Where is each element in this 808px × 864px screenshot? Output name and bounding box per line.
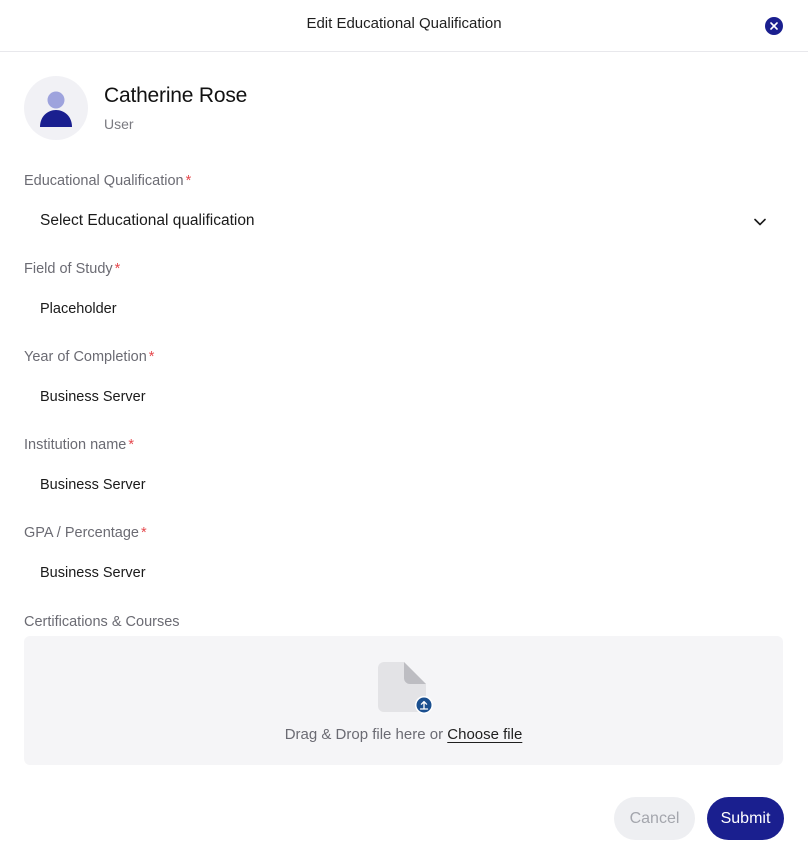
cancel-button[interactable]: Cancel — [614, 797, 695, 840]
dialog-header: Edit Educational Qualification — [0, 0, 808, 52]
required-marker: * — [148, 349, 155, 365]
institution-name-label: Institution name * — [24, 437, 134, 453]
file-upload-icon — [378, 662, 433, 714]
qualification-label: Educational Qualification * — [24, 173, 191, 189]
drop-instruction: Drag & Drop file here or — [284, 726, 444, 743]
required-marker: * — [114, 261, 121, 277]
close-button[interactable] — [765, 17, 783, 35]
field-of-study-input[interactable]: Placeholder — [40, 301, 117, 317]
gpa-label-text: GPA / Percentage — [24, 525, 139, 541]
user-role: User — [104, 116, 134, 132]
submit-button[interactable]: Submit — [707, 797, 784, 840]
year-of-completion-input[interactable]: Business Server — [40, 389, 146, 405]
user-icon — [40, 91, 72, 127]
required-marker: * — [141, 525, 147, 541]
field-of-study-label-text: Field of Study — [24, 261, 113, 277]
required-marker: * — [185, 173, 192, 189]
certifications-label: Certifications & Courses — [24, 614, 180, 630]
gpa-label: GPA / Percentage * — [24, 525, 147, 541]
gpa-input[interactable]: Business Server — [40, 565, 146, 581]
avatar — [24, 76, 88, 140]
user-name: Catherine Rose — [104, 84, 248, 107]
field-of-study-label: Field of Study * — [24, 261, 120, 277]
institution-name-input[interactable]: Business Server — [40, 477, 146, 493]
choose-file-link[interactable]: Choose file — [447, 726, 522, 743]
year-of-completion-label-text: Year of Completion — [24, 349, 147, 365]
file-dropzone[interactable]: Drag & Drop file here or Choose file — [24, 636, 783, 765]
qualification-label-text: Educational Qualification — [24, 173, 184, 189]
qualification-select[interactable]: Select Educational qualification — [24, 200, 784, 242]
qualification-select-value: Select Educational qualification — [40, 212, 255, 229]
required-marker: * — [128, 437, 135, 453]
chevron-down-icon — [754, 218, 766, 226]
dropzone-text: Drag & Drop file here or Choose file — [24, 726, 783, 743]
close-icon — [770, 22, 778, 30]
year-of-completion-label: Year of Completion * — [24, 349, 154, 365]
institution-name-label-text: Institution name — [24, 437, 127, 453]
dialog-title: Edit Educational Qualification — [306, 15, 502, 32]
